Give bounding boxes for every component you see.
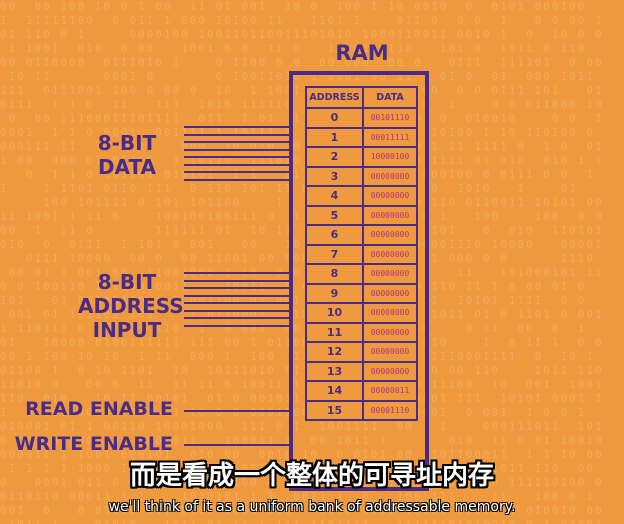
data-bus-line: [184, 163, 290, 166]
data-cell: 10000100: [362, 146, 418, 168]
address-cell: 14: [305, 380, 364, 402]
memory-row: 15 00001110: [305, 399, 418, 421]
data-bus-line: [184, 156, 290, 158]
data-cell: 00000000: [362, 341, 418, 363]
memory-row: 8 00000000: [305, 263, 418, 285]
address-cell: 4: [305, 185, 364, 207]
data-column-header: DATA: [362, 86, 418, 109]
memory-row: 5 00000000: [305, 204, 418, 226]
data-cell: 00101110: [362, 107, 418, 129]
address-cell: 3: [305, 165, 364, 187]
address-cell: 13: [305, 360, 364, 382]
memory-row: 1 00011111: [305, 126, 418, 148]
data-cell: 00000000: [362, 243, 418, 265]
data-cell: 00001110: [362, 399, 418, 421]
data-input-label: 8-BIT DATA: [97, 131, 157, 179]
address-cell: 1: [305, 126, 364, 148]
address-bus-line: [184, 324, 290, 327]
address-bus-line: [184, 309, 290, 312]
address-cell: 12: [305, 341, 364, 363]
address-bus-line: [184, 317, 290, 319]
address-cell: 9: [305, 282, 364, 304]
data-cell: 00000000: [362, 165, 418, 187]
data-cell: 00000000: [362, 224, 418, 246]
subtitle-english: we'll think of it as a uniform bank of a…: [108, 499, 516, 515]
data-bus-line: [184, 171, 290, 173]
address-cell: 11: [305, 321, 364, 343]
memory-row: 6 00000000: [305, 224, 418, 246]
address-column-header: ADDRESS: [305, 86, 364, 109]
data-bus-line: [184, 133, 290, 136]
data-bus-line: [184, 141, 290, 143]
data-bus-line: [184, 178, 290, 181]
data-cell: 00000000: [362, 204, 418, 226]
address-bus-line: [184, 272, 290, 274]
memory-row: 2 10000100: [305, 146, 418, 168]
memory-row: 3 00000000: [305, 165, 418, 187]
memory-row: 12 00000000: [305, 341, 418, 363]
data-cell: 00000000: [362, 263, 418, 285]
address-cell: 0: [305, 107, 364, 129]
memory-table-header: ADDRESS DATA: [305, 86, 418, 109]
address-cell: 15: [305, 399, 364, 421]
data-cell: 00000011: [362, 380, 418, 402]
memory-row: 7 00000000: [305, 243, 418, 265]
memory-row: 13 00000000: [305, 360, 418, 382]
memory-row: 9 00000000: [305, 282, 418, 304]
memory-row: 10 00000000: [305, 302, 418, 324]
write-enable-line: [184, 444, 290, 446]
write-enable-label: WRITE ENABLE: [14, 433, 173, 455]
address-input-label: 8-BIT ADDRESS INPUT: [78, 270, 184, 342]
data-cell: 00000000: [362, 282, 418, 304]
address-cell: 2: [305, 146, 364, 168]
data-cell: 00000000: [362, 360, 418, 382]
memory-row: 0 00101110: [305, 107, 418, 129]
read-enable-label: READ ENABLE: [25, 398, 173, 420]
data-bus-line: [184, 148, 290, 151]
memory-table: ADDRESS DATA 0 00101110 1 00011111 2 10000100…: [305, 86, 418, 421]
address-cell: 8: [305, 263, 364, 285]
read-enable-line: [184, 410, 290, 412]
address-cell: 5: [305, 204, 364, 226]
data-cell: 00000000: [362, 302, 418, 324]
data-cell: 00000000: [362, 185, 418, 207]
address-bus-line: [184, 302, 290, 304]
data-bus-line: [184, 126, 290, 128]
address-cell: 7: [305, 243, 364, 265]
memory-row: 4 00000000: [305, 185, 418, 207]
address-bus-line: [184, 294, 290, 297]
address-cell: 10: [305, 302, 364, 324]
subtitle-chinese: 而是看成一个整体的可寻址内存: [129, 461, 494, 491]
data-cell: 00000000: [362, 321, 418, 343]
ram-title: RAM: [335, 41, 389, 65]
data-cell: 00011111: [362, 126, 418, 148]
memory-row: 11 00000000: [305, 321, 418, 343]
address-cell: 6: [305, 224, 364, 246]
address-bus-line: [184, 287, 290, 289]
address-bus-line: [184, 279, 290, 282]
memory-row: 14 00000011: [305, 380, 418, 402]
